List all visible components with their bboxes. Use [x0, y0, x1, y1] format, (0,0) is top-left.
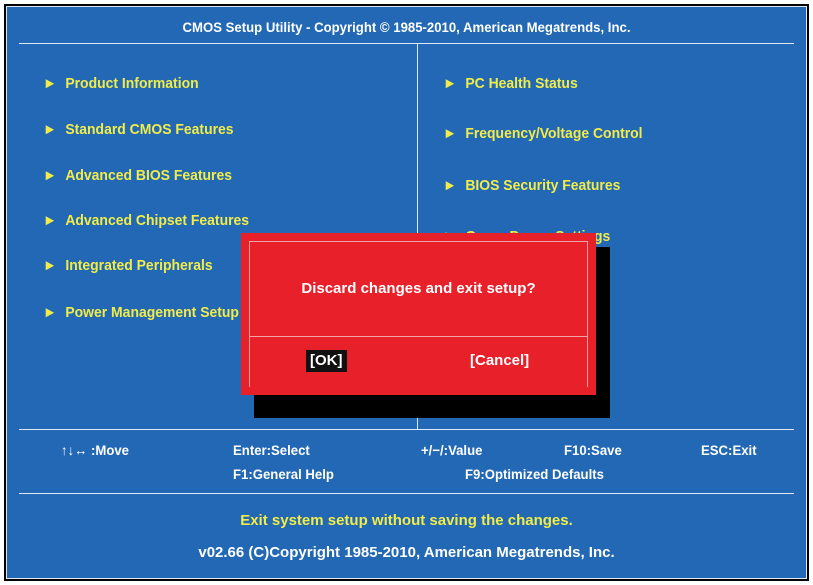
menu-item-label: Advanced Chipset Features: [65, 212, 250, 229]
menu-item-bios-security-features[interactable]: ► BIOS Security Features: [443, 177, 620, 194]
help-value: +/−/:Value: [421, 442, 483, 458]
menu-item-pc-health-status[interactable]: ► PC Health Status: [443, 75, 578, 92]
menu-item-integrated-peripherals[interactable]: ► Integrated Peripherals: [43, 257, 213, 274]
menu-item-label: Advanced BIOS Features: [65, 167, 233, 184]
version-line: v02.66 (C)Copyright 1985-2010, American …: [198, 544, 615, 561]
exit-dialog: Discard changes and exit setup? [OK] [Ca…: [241, 233, 596, 395]
triangle-right-icon: ►: [43, 212, 57, 229]
help-select: Enter:Select: [233, 442, 310, 458]
menu-item-label: BIOS Security Features: [465, 177, 621, 194]
help-move: ↑↓↔ :Move: [61, 442, 130, 458]
divider: [19, 43, 794, 44]
triangle-right-icon: ►: [443, 125, 457, 142]
menu-item-label: PC Health Status: [465, 75, 578, 92]
menu-item-frequency-voltage-control[interactable]: ► Frequency/Voltage Control: [443, 125, 643, 142]
help-general: F1:General Help: [233, 466, 334, 482]
menu-item-power-management-setup[interactable]: ► Power Management Setup: [43, 304, 239, 321]
divider: [19, 493, 794, 494]
divider: [19, 429, 794, 430]
cancel-button[interactable]: [Cancel]: [466, 350, 533, 372]
help-optimized-defaults: F9:Optimized Defaults: [465, 466, 604, 482]
menu-item-advanced-chipset-features[interactable]: ► Advanced Chipset Features: [43, 212, 249, 229]
help-save: F10:Save: [564, 442, 622, 458]
menu-item-label: Product Information: [65, 75, 199, 92]
triangle-right-icon: ►: [443, 75, 457, 92]
menu-item-advanced-bios-features[interactable]: ► Advanced BIOS Features: [43, 167, 232, 184]
triangle-right-icon: ►: [43, 167, 57, 184]
triangle-right-icon: ►: [43, 304, 57, 321]
window-title: CMOS Setup Utility - Copyright © 1985-20…: [182, 19, 631, 35]
triangle-right-icon: ►: [443, 177, 457, 194]
menu-item-label: Power Management Setup: [65, 304, 239, 321]
status-line: Exit system setup without saving the cha…: [240, 512, 573, 529]
triangle-right-icon: ►: [43, 75, 57, 92]
menu-item-label: Frequency/Voltage Control: [465, 125, 643, 142]
bios-screen: CMOS Setup Utility - Copyright © 1985-20…: [4, 4, 809, 581]
menu-item-standard-cmos-features[interactable]: ► Standard CMOS Features: [43, 121, 234, 138]
help-exit: ESC:Exit: [701, 442, 757, 458]
ok-button[interactable]: [OK]: [306, 350, 347, 372]
triangle-right-icon: ►: [43, 257, 57, 274]
dialog-inner-border: [249, 241, 588, 387]
triangle-right-icon: ►: [43, 121, 57, 138]
menu-item-label: Integrated Peripherals: [65, 257, 213, 274]
menu-item-product-information[interactable]: ► Product Information: [43, 75, 199, 92]
menu-item-label: Standard CMOS Features: [65, 121, 234, 138]
dialog-message: Discard changes and exit setup?: [301, 280, 536, 297]
dialog-divider: [249, 336, 588, 337]
